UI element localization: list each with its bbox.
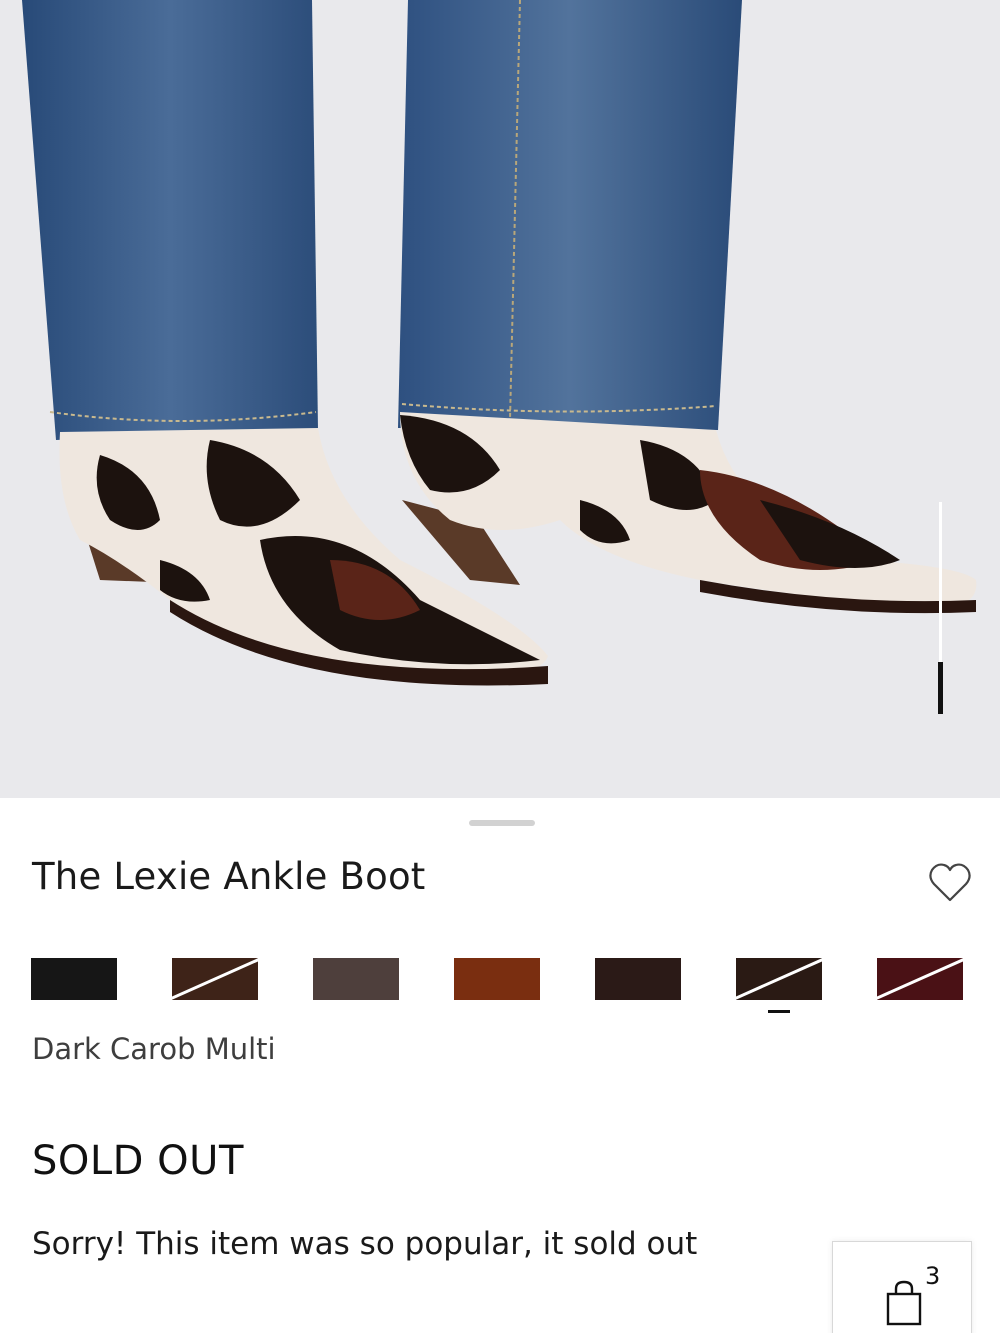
sold-out-message: Sorry! This item was so popular, it sold… (32, 1226, 698, 1262)
shopping-bag-icon (886, 1280, 922, 1326)
color-swatches (31, 958, 971, 1022)
product-photo-illustration (22, 0, 977, 686)
swatch-dark-brown[interactable] (172, 958, 258, 1000)
heart-icon[interactable] (926, 858, 974, 906)
cart-count-badge: 3 (925, 1262, 941, 1290)
swatch-cognac[interactable] (454, 958, 540, 1000)
swatch-croc-dark[interactable] (595, 958, 681, 1000)
unavailable-slash (172, 958, 258, 1000)
image-scroll-thumb[interactable] (938, 662, 943, 714)
swatch-taupe-brown[interactable] (313, 958, 399, 1000)
swatch-dark-carob-multi[interactable] (736, 958, 822, 1000)
swatch-black[interactable] (31, 958, 117, 1000)
cart-button[interactable]: 3 (832, 1241, 972, 1333)
swatch-burgundy[interactable] (877, 958, 963, 1000)
sold-out-status: SOLD OUT (32, 1138, 244, 1184)
product-image[interactable] (0, 0, 1000, 798)
sheet-drag-handle[interactable] (469, 820, 535, 826)
selected-color-name: Dark Carob Multi (32, 1032, 276, 1066)
unavailable-slash (736, 958, 822, 1000)
unavailable-slash (877, 958, 963, 1000)
product-title: The Lexie Ankle Boot (32, 855, 426, 898)
selected-swatch-indicator (768, 1010, 790, 1013)
